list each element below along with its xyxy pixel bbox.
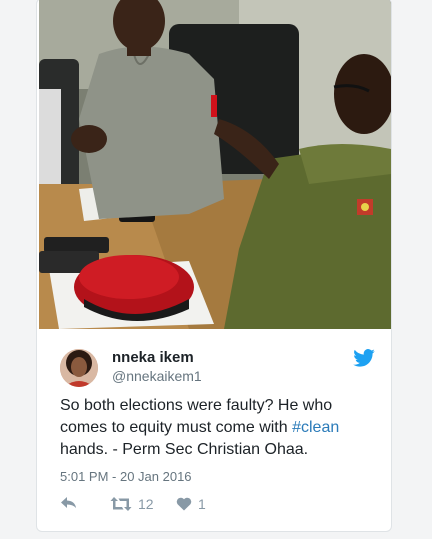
heart-icon [176,497,192,511]
twitter-bird-icon[interactable] [353,349,375,367]
retweet-count: 12 [138,496,154,512]
reply-button[interactable] [60,496,78,510]
hashtag-link[interactable]: #clean [292,419,339,436]
like-count: 1 [198,496,206,512]
tweet-text: So both elections were faulty? He who co… [60,395,370,461]
author-handle[interactable]: @nnekaikem1 [112,368,202,384]
author-avatar[interactable] [60,349,98,387]
avatar-image [60,349,98,387]
tweet-timestamp[interactable]: 5:01 PM - 20 Jan 2016 [60,469,192,484]
reply-arrow-icon [61,497,76,508]
tweet-actions: 12 1 [60,496,260,516]
author-name[interactable]: nneka ikem [112,349,194,366]
tweet-text-part: hands. - Perm Sec Christian Ohaa. [60,441,309,458]
tweet-author[interactable]: nneka ikem @nnekaikem1 [60,349,375,389]
retweet-icon [110,497,132,511]
meeting-photo-image [39,0,391,329]
retweet-button[interactable]: 12 [110,496,154,512]
embedded-tweet-card: nneka ikem @nnekaikem1 So both elections… [36,0,392,532]
like-button[interactable]: 1 [176,496,206,512]
tweet-photo[interactable] [39,0,391,329]
